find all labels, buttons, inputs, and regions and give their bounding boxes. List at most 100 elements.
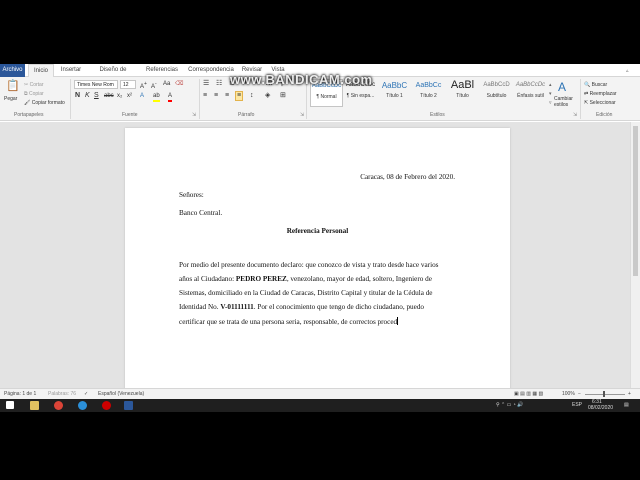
grow-font-icon[interactable]: A+ — [140, 80, 147, 91]
bold-icon[interactable]: N — [75, 92, 80, 100]
select-button[interactable]: ⇱ Seleccionar — [584, 99, 616, 107]
bullets-icon[interactable]: ☰ — [203, 80, 209, 88]
system-tray-icons[interactable]: ⚲ ⌃ ▭ ◔ 🔊 — [496, 399, 523, 412]
language-indicator[interactable]: Español (Venezuela) — [98, 389, 144, 399]
tab-insertar[interactable]: Insertar — [58, 64, 84, 77]
copy-button[interactable]: ⧉ Copiar — [24, 90, 44, 98]
tab-diseno-pagina[interactable]: Diseño de página — [90, 64, 136, 86]
replace-label: Reemplazar — [589, 91, 617, 97]
word-count[interactable]: Palabras: 76 — [48, 389, 76, 399]
italic-icon[interactable]: K — [85, 92, 90, 100]
divider — [70, 79, 71, 119]
line-spacing-icon[interactable]: ↕ — [250, 92, 254, 100]
cursor-icon: ⇱ — [584, 100, 589, 106]
edge-icon[interactable] — [78, 401, 87, 410]
proofing-icon[interactable]: ✓ — [84, 389, 88, 399]
group-parrafo: Párrafo — [238, 112, 255, 118]
doc-title: Referencia Personal — [286, 227, 349, 235]
font-color-icon[interactable]: A — [168, 92, 173, 102]
shrink-font-icon[interactable]: A- — [151, 80, 157, 91]
paragraph-dialog-launcher-icon[interactable]: ⇲ — [300, 111, 304, 119]
style-preview: AaBbC — [381, 81, 408, 90]
align-left-icon[interactable]: ≡ — [203, 92, 207, 100]
paste-icon[interactable]: 📋 — [6, 80, 20, 93]
clock-date[interactable]: 08/02/2020 — [588, 402, 613, 412]
tab-correspondencia[interactable]: Correspondencia — [188, 64, 234, 77]
style-name: ¶ Sin espa... — [346, 93, 375, 99]
style-name: ¶ Normal — [316, 94, 337, 100]
strikethrough-icon[interactable]: abc — [104, 92, 114, 100]
font-size-select[interactable]: 12 — [120, 80, 136, 89]
borders-icon[interactable]: ⊞ — [280, 92, 286, 100]
change-styles-button[interactable]: Cambiar estilos — [554, 96, 578, 108]
font-dialog-launcher-icon[interactable]: ⇲ — [192, 111, 196, 119]
paste-button[interactable]: Pegar — [4, 95, 17, 103]
file-explorer-icon[interactable] — [30, 401, 39, 410]
bandicam-icon[interactable] — [102, 401, 111, 410]
style-titulo-1[interactable]: AaBbC Título 1 — [378, 79, 411, 107]
bandicam-watermark: www.BANDICAM.com — [230, 72, 373, 87]
superscript-icon[interactable]: x² — [127, 92, 132, 100]
zoom-slider[interactable] — [585, 394, 625, 395]
brush-icon: 🖌 — [24, 100, 31, 106]
style-titulo[interactable]: AaBl Título — [446, 79, 479, 107]
highlight-icon[interactable]: ab — [153, 92, 160, 102]
doc-line: Identidad No. V-01111111. Por el conocim… — [179, 303, 424, 311]
align-right-icon[interactable]: ≡ — [225, 92, 229, 100]
tab-archivo[interactable]: Archivo — [0, 64, 25, 77]
replace-button[interactable]: ⇄ Reemplazar — [584, 90, 617, 98]
subscript-icon[interactable]: x₂ — [117, 92, 122, 100]
page-count[interactable]: Página: 1 de 1 — [4, 389, 36, 399]
doc-line: certificar que se trata de una persona s… — [179, 317, 399, 326]
zoom-slider-thumb[interactable] — [603, 391, 605, 397]
align-center-icon[interactable]: ≡ — [214, 92, 218, 100]
change-case-icon[interactable]: Aa — [163, 80, 170, 88]
format-painter-label: Copiar formato — [31, 100, 65, 106]
text-effects-icon[interactable]: A — [140, 92, 144, 100]
styles-scroll-icon[interactable]: ▴ ▾ ▿ — [549, 81, 552, 108]
change-styles-icon[interactable]: A — [558, 80, 566, 94]
clear-format-icon[interactable]: ⌫ — [175, 80, 183, 88]
cut-label: Cortar — [29, 82, 44, 88]
chrome-icon[interactable] — [54, 401, 63, 410]
zoom-out-icon[interactable]: − — [578, 389, 581, 399]
zoom-level[interactable]: 100% — [562, 389, 575, 399]
underline-icon[interactable]: S — [94, 92, 99, 100]
keyboard-language[interactable]: ESP — [572, 399, 582, 412]
style-preview: AaBl — [450, 79, 475, 91]
zoom-in-icon[interactable]: + — [628, 389, 631, 399]
style-enfasis-sutil[interactable]: AaBbCcDc Énfasis sutil — [514, 79, 547, 107]
format-painter-button[interactable]: 🖌 Copiar formato — [24, 99, 65, 107]
notifications-icon[interactable]: ▤ — [624, 399, 629, 412]
cut-button[interactable]: ✂ Cortar — [24, 81, 44, 89]
font-name-select[interactable]: Times New Rom — [74, 80, 118, 89]
shading-icon[interactable]: ◈ — [265, 92, 270, 100]
doc-text: , venezolano, mayor de edad, soltero, In… — [286, 275, 432, 283]
find-button[interactable]: 🔍 Buscar — [584, 81, 607, 89]
windows-start-icon[interactable] — [6, 401, 14, 409]
copy-label: Copiar — [28, 91, 44, 97]
style-preview: AaBbCc — [415, 82, 442, 89]
justify-icon[interactable]: ≡ — [235, 91, 244, 101]
document-page[interactable]: Caracas, 08 de Febrero del 2020. Señores… — [125, 128, 510, 388]
style-subtitulo[interactable]: AaBbCcD Subtítulo — [480, 79, 513, 107]
style-name: Título 2 — [420, 93, 437, 99]
view-buttons[interactable]: ▣ ▤ ▥ ▦ ▧ — [514, 389, 543, 399]
style-name: Énfasis sutil — [517, 93, 544, 99]
tab-inicio[interactable]: Inicio — [28, 64, 54, 77]
scissors-icon: ✂ — [24, 82, 29, 88]
style-preview: AaBbCcDc — [515, 82, 546, 88]
tab-referencias[interactable]: Referencias — [145, 64, 179, 77]
word-taskbar-icon[interactable] — [124, 401, 133, 410]
ribbon-collapse-icon[interactable]: ▵ — [626, 67, 629, 75]
word-window: Archivo Inicio Insertar Diseño de página… — [0, 64, 640, 412]
doc-name-bold: PEDRO PEREZ — [235, 275, 287, 283]
doc-text: . Por el conocimiento que tengo de dicho… — [253, 303, 425, 311]
numbering-icon[interactable]: ☷ — [216, 80, 222, 88]
divider — [199, 79, 200, 119]
style-name: Título — [456, 93, 469, 99]
styles-dialog-launcher-icon[interactable]: ⇲ — [573, 111, 577, 119]
style-titulo-2[interactable]: AaBbCc Título 2 — [412, 79, 445, 107]
vertical-scrollbar[interactable] — [630, 122, 640, 388]
scroll-thumb[interactable] — [633, 126, 638, 276]
